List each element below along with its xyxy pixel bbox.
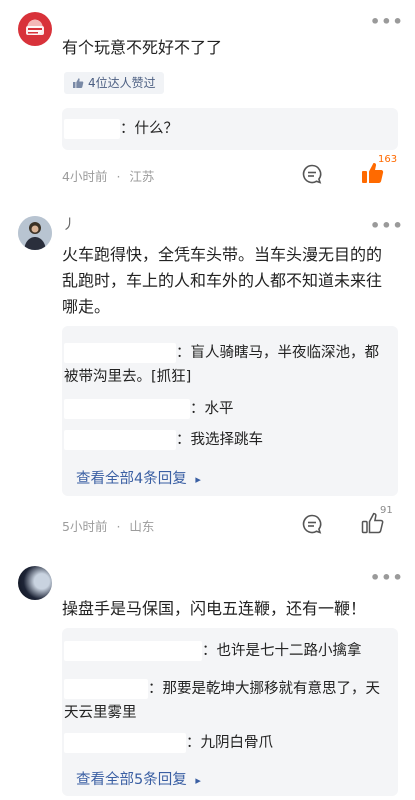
reply-text: ：也许是七十二路小擒拿 (202, 643, 362, 659)
timestamp: 4小时前 (62, 169, 108, 184)
comment-text: 火车跑得快，全凭车头带。当车头漫无目的的乱跑时，车上的人和车外的人都不知道未来往… (62, 245, 383, 316)
avatar[interactable] (18, 566, 52, 600)
reply-text: ：九阴白骨爪 (186, 735, 273, 751)
comment-text: 有个玩意不死好不了了 (62, 38, 223, 57)
arrow-right-icon: ▸ (195, 774, 201, 787)
redacted-username (64, 343, 176, 363)
location: 江苏 (129, 169, 155, 184)
avatar-image (18, 216, 52, 250)
reply-box[interactable]: ：盲人骑瞎马，半夜临深池，都被带沟里去。[抓狂] ：水平 ：我选择跳车 查看全部… (62, 326, 398, 496)
redacted-username (64, 399, 190, 419)
reply-text: ：水平 (190, 401, 234, 417)
reply-item: ：我选择跳车 (64, 428, 263, 452)
avatar-image (26, 26, 44, 35)
comment-meta: 4小时前 · 江苏 (62, 169, 155, 184)
thumb-up-icon (73, 78, 84, 88)
view-all-replies-link[interactable]: 查看全部4条回复 ▸ (76, 467, 201, 488)
more-icon[interactable]: ••• (370, 216, 404, 235)
comment-icon (302, 514, 322, 534)
more-icon[interactable]: ••• (370, 568, 404, 587)
reply-comment-button[interactable] (300, 162, 324, 186)
username[interactable]: 丿 (62, 214, 76, 234)
redacted-username (64, 430, 176, 450)
reply-text: ：我选择跳车 (176, 432, 263, 448)
reply-item: ：也许是七十二路小擒拿 (64, 639, 362, 663)
reply-item: ：什么？ (64, 117, 178, 141)
redacted-username (64, 641, 202, 661)
expert-like-badge[interactable]: 4位达人赞过 (64, 72, 164, 94)
reply-text: ：什么？ (120, 121, 178, 137)
reply-item: ：水平 (64, 397, 234, 421)
badge-label: 4位达人赞过 (88, 76, 156, 90)
reply-item: ：九阴白骨爪 (64, 731, 273, 755)
comment-text: 操盘手是马保国，闪电五连鞭，还有一鞭！ (62, 599, 367, 618)
avatar[interactable] (18, 216, 52, 250)
location: 山东 (129, 519, 155, 534)
reply-item: ：盲人骑瞎马，半夜临深池，都被带沟里去。[抓狂] (64, 341, 386, 389)
redacted-username (64, 679, 148, 699)
like-count: 163 (378, 154, 398, 165)
view-all-replies-link[interactable]: 查看全部5条回复 ▸ (76, 768, 201, 789)
timestamp: 5小时前 (62, 519, 108, 534)
avatar[interactable] (18, 12, 52, 46)
like-count: 91 (380, 505, 393, 516)
comment-icon (302, 164, 322, 184)
more-icon[interactable]: ••• (370, 12, 404, 31)
redacted-username (64, 119, 120, 139)
comment-meta: 5小时前 · 山东 (62, 519, 155, 534)
reply-item: ：那要是乾坤大挪移就有意思了，天天云里雾里 (64, 677, 386, 725)
redacted-username (64, 733, 186, 753)
reply-box[interactable]: ：也许是七十二路小擒拿 ：那要是乾坤大挪移就有意思了，天天云里雾里 ：九阴白骨爪… (62, 628, 398, 796)
arrow-right-icon: ▸ (195, 473, 201, 486)
reply-comment-button[interactable] (300, 512, 324, 536)
reply-box[interactable]: ：什么？ (62, 108, 398, 150)
